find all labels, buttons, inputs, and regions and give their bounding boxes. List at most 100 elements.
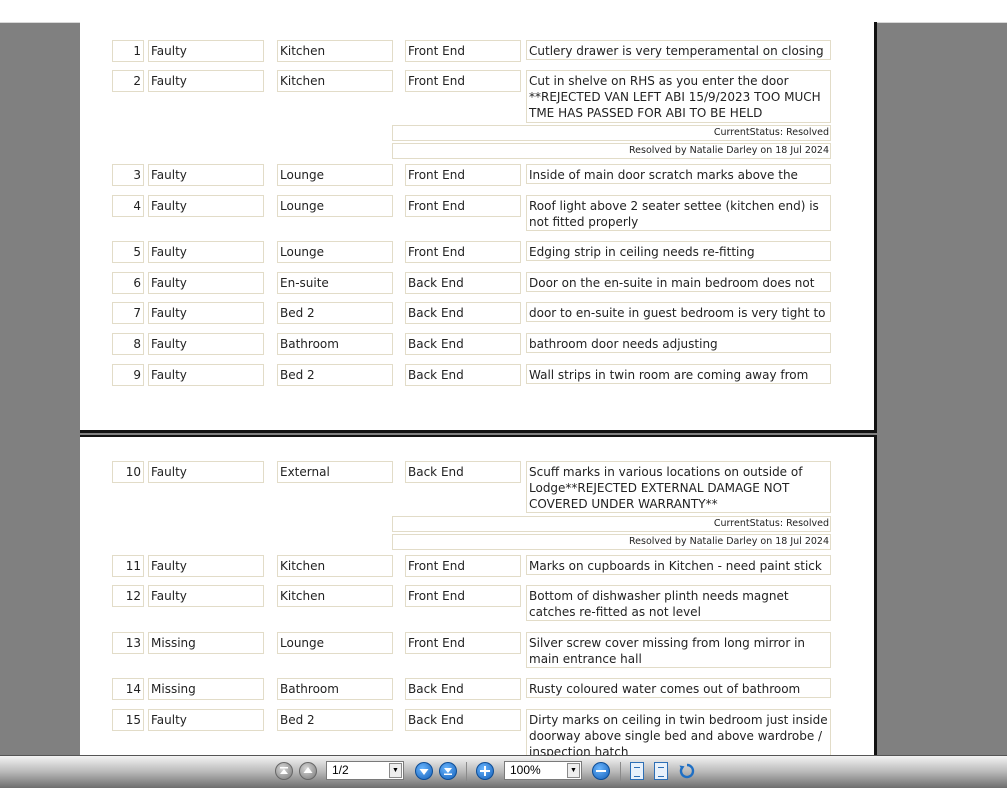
issue-type: Faulty xyxy=(148,333,264,355)
page-select[interactable]: 1/2 ▼ xyxy=(326,761,404,780)
description: Roof light above 2 seater settee (kitche… xyxy=(526,195,831,231)
area: Front End xyxy=(405,632,521,654)
resolved-by: Resolved by Natalie Darley on 18 Jul 202… xyxy=(392,143,831,159)
report-page-2: 10 Faulty External Back End Scuff marks … xyxy=(80,435,877,755)
description: Cut in shelve on RHS as you enter the do… xyxy=(526,70,831,123)
window-top-bar xyxy=(0,0,1007,23)
room: Lounge xyxy=(277,195,393,217)
room: Bathroom xyxy=(277,333,393,355)
area: Front End xyxy=(405,70,521,92)
item-number: 1 xyxy=(112,40,144,62)
description: Scuff marks in various locations on outs… xyxy=(526,461,831,513)
single-page-view-icon[interactable] xyxy=(630,762,644,780)
description: bathroom door needs adjusting xyxy=(526,333,831,353)
next-page-icon[interactable] xyxy=(415,762,433,780)
toolbar-separator xyxy=(466,762,467,781)
zoom-out-icon[interactable] xyxy=(592,762,610,780)
zoom-in-icon[interactable] xyxy=(476,762,494,780)
zoom-select-value: 100% xyxy=(510,763,541,777)
description: door to en-suite in guest bedroom is ver… xyxy=(526,302,831,322)
area: Front End xyxy=(405,585,521,607)
area: Back End xyxy=(405,678,521,700)
description: Wall strips in twin room are coming away… xyxy=(526,364,831,384)
last-page-icon[interactable] xyxy=(439,762,457,780)
area: Back End xyxy=(405,272,521,294)
item-number: 7 xyxy=(112,302,144,324)
room: Bed 2 xyxy=(277,302,393,324)
issue-type: Faulty xyxy=(148,70,264,92)
area: Back End xyxy=(405,333,521,355)
room: En-suite xyxy=(277,272,393,294)
description: Edging strip in ceiling needs re-fitting xyxy=(526,241,831,261)
item-number: 4 xyxy=(112,195,144,217)
issue-type: Faulty xyxy=(148,585,264,607)
issue-type: Faulty xyxy=(148,195,264,217)
room: Kitchen xyxy=(277,40,393,62)
item-number: 2 xyxy=(112,70,144,92)
area: Back End xyxy=(405,709,521,731)
issue-type: Faulty xyxy=(148,40,264,62)
room: Bed 2 xyxy=(277,709,393,731)
area: Front End xyxy=(405,241,521,263)
current-status: CurrentStatus: Resolved xyxy=(392,516,831,532)
issue-type: Faulty xyxy=(148,555,264,577)
description: Dirty marks on ceiling in twin bedroom j… xyxy=(526,709,831,755)
current-status: CurrentStatus: Resolved xyxy=(392,125,831,141)
item-number: 3 xyxy=(112,164,144,186)
page-select-value: 1/2 xyxy=(332,763,349,777)
first-page-icon[interactable] xyxy=(275,762,293,780)
item-number: 6 xyxy=(112,272,144,294)
description: Marks on cupboards in Kitchen - need pai… xyxy=(526,555,831,575)
resolved-by: Resolved by Natalie Darley on 18 Jul 202… xyxy=(392,534,831,550)
room: Kitchen xyxy=(277,555,393,577)
area: Front End xyxy=(405,164,521,186)
chevron-down-icon[interactable]: ▼ xyxy=(389,763,402,778)
room: Bed 2 xyxy=(277,364,393,386)
issue-type: Faulty xyxy=(148,709,264,731)
room: Kitchen xyxy=(277,70,393,92)
room: Lounge xyxy=(277,241,393,263)
toolbar-separator xyxy=(620,762,621,781)
description: Door on the en-suite in main bedroom doe… xyxy=(526,272,831,292)
description: Silver screw cover missing from long mir… xyxy=(526,632,831,668)
previous-page-icon[interactable] xyxy=(299,762,317,780)
continuous-view-icon[interactable] xyxy=(654,762,668,780)
document-viewport[interactable]: 1 Faulty Kitchen Front End Cutlery drawe… xyxy=(0,22,1007,755)
issue-type: Faulty xyxy=(148,241,264,263)
description: Rusty coloured water comes out of bathro… xyxy=(526,678,831,698)
item-number: 12 xyxy=(112,585,144,607)
issue-type: Faulty xyxy=(148,272,264,294)
item-number: 13 xyxy=(112,632,144,654)
issue-type: Faulty xyxy=(148,164,264,186)
chevron-down-icon[interactable]: ▼ xyxy=(567,763,580,778)
item-number: 11 xyxy=(112,555,144,577)
item-number: 14 xyxy=(112,678,144,700)
area: Front End xyxy=(405,195,521,217)
room: Kitchen xyxy=(277,585,393,607)
description: Inside of main door scratch marks above … xyxy=(526,164,831,184)
area: Back End xyxy=(405,302,521,324)
room: Lounge xyxy=(277,632,393,654)
area: Front End xyxy=(405,555,521,577)
room: Lounge xyxy=(277,164,393,186)
report-page-1: 1 Faulty Kitchen Front End Cutlery drawe… xyxy=(80,22,877,433)
zoom-select[interactable]: 100% ▼ xyxy=(504,761,582,780)
room: Bathroom xyxy=(277,678,393,700)
item-number: 9 xyxy=(112,364,144,386)
item-number: 15 xyxy=(112,709,144,731)
description: Cutlery drawer is very temperamental on … xyxy=(526,40,831,60)
area: Front End xyxy=(405,40,521,62)
rotate-icon[interactable] xyxy=(678,762,696,780)
issue-type: Faulty xyxy=(148,461,264,483)
issue-type: Missing xyxy=(148,632,264,654)
item-number: 8 xyxy=(112,333,144,355)
room: External xyxy=(277,461,393,483)
description: Bottom of dishwasher plinth needs magnet… xyxy=(526,585,831,621)
item-number: 5 xyxy=(112,241,144,263)
area: Back End xyxy=(405,461,521,483)
viewer-toolbar: 1/2 ▼ 100% ▼ xyxy=(0,755,1007,788)
item-number: 10 xyxy=(112,461,144,483)
issue-type: Faulty xyxy=(148,364,264,386)
issue-type: Faulty xyxy=(148,302,264,324)
issue-type: Missing xyxy=(148,678,264,700)
